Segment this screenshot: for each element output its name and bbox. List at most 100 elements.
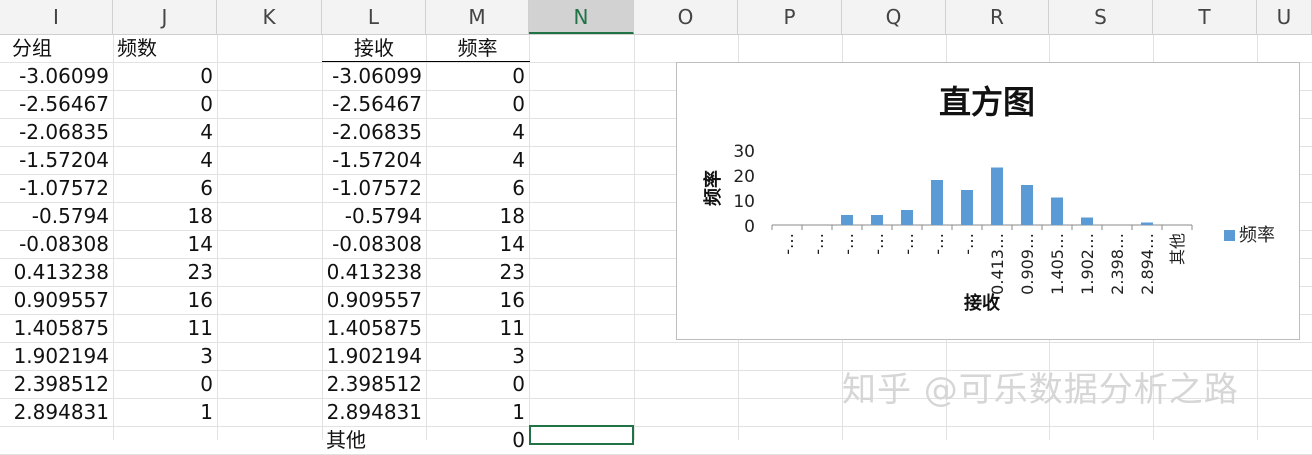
cell-group-value[interactable]: 2.894831 bbox=[0, 398, 113, 426]
cell-frequency[interactable]: 14 bbox=[426, 230, 529, 258]
histogram-bar bbox=[961, 190, 973, 225]
column-header-o[interactable]: O bbox=[634, 0, 738, 34]
cell-bin-value[interactable]: 1.902194 bbox=[322, 342, 426, 370]
column-header-j[interactable]: J bbox=[113, 0, 217, 34]
cell-frequency-count[interactable]: 4 bbox=[113, 118, 217, 146]
column-header-row: IJKLMNOPQRSTU bbox=[0, 0, 1312, 35]
cell-frequency[interactable]: 0 bbox=[426, 62, 529, 90]
cell-group-value[interactable]: 2.398512 bbox=[0, 370, 113, 398]
histogram-bar bbox=[871, 215, 883, 225]
cell-header-pinlv[interactable]: 频率 bbox=[426, 34, 529, 62]
x-category-label: 2.894… bbox=[1138, 233, 1157, 295]
cell-bin-value[interactable]: -2.06835 bbox=[322, 118, 426, 146]
cell-frequency-count[interactable]: 11 bbox=[113, 314, 217, 342]
cell-group-value[interactable]: 1.405875 bbox=[0, 314, 113, 342]
cell-bin-value[interactable]: 1.405875 bbox=[322, 314, 426, 342]
x-category-label: -… bbox=[928, 233, 947, 255]
histogram-bar bbox=[901, 210, 913, 225]
y-axis-label: 频率 bbox=[702, 170, 724, 206]
cell-frequency-count[interactable]: 6 bbox=[113, 174, 217, 202]
cell-frequency[interactable]: 4 bbox=[426, 146, 529, 174]
cell-frequency[interactable]: 3 bbox=[426, 342, 529, 370]
column-header-n[interactable]: N bbox=[529, 0, 634, 34]
cell-frequency[interactable]: 1 bbox=[426, 398, 529, 426]
cell-group-value[interactable]: -2.56467 bbox=[0, 90, 113, 118]
column-header-t[interactable]: T bbox=[1153, 0, 1257, 34]
cell-group-value[interactable]: -2.06835 bbox=[0, 118, 113, 146]
cell-group-value[interactable]: -0.08308 bbox=[0, 230, 113, 258]
cell-bin-value[interactable]: -0.5794 bbox=[322, 202, 426, 230]
header-underline bbox=[322, 61, 530, 62]
x-category-label: -… bbox=[808, 233, 827, 255]
cell-frequency[interactable]: 4 bbox=[426, 118, 529, 146]
column-header-k[interactable]: K bbox=[217, 0, 322, 34]
cell-bin-value[interactable]: -1.57204 bbox=[322, 146, 426, 174]
y-tick-label: 10 bbox=[733, 192, 755, 212]
cell-bin-value[interactable]: 其他 bbox=[322, 426, 426, 454]
x-category-label: -… bbox=[868, 233, 887, 255]
cell-bin-value[interactable]: 0.413238 bbox=[322, 258, 426, 286]
cell-group-value[interactable]: -1.07572 bbox=[0, 174, 113, 202]
cell-frequency[interactable]: 0 bbox=[426, 426, 529, 454]
cell-frequency[interactable]: 6 bbox=[426, 174, 529, 202]
column-header-r[interactable]: R bbox=[946, 0, 1049, 34]
cell-group-value[interactable]: 0.413238 bbox=[0, 258, 113, 286]
cell-group-value[interactable]: -3.06099 bbox=[0, 62, 113, 90]
cell-frequency[interactable]: 23 bbox=[426, 258, 529, 286]
histogram-bar bbox=[1021, 185, 1033, 225]
column-header-i[interactable]: I bbox=[0, 0, 113, 34]
legend-swatch bbox=[1224, 230, 1235, 241]
cell-bin-value[interactable]: 0.909557 bbox=[322, 286, 426, 314]
cell-bin-value[interactable]: 2.398512 bbox=[322, 370, 426, 398]
column-header-m[interactable]: M bbox=[426, 0, 529, 34]
x-category-label: -… bbox=[898, 233, 917, 255]
cell-frequency-count[interactable]: 23 bbox=[113, 258, 217, 286]
cell-group-value[interactable]: 0.909557 bbox=[0, 286, 113, 314]
x-category-label: 2.398… bbox=[1108, 233, 1127, 295]
gridline-vertical bbox=[217, 0, 218, 440]
cell-bin-value[interactable]: -3.06099 bbox=[322, 62, 426, 90]
histogram-chart[interactable]: 直方图 0 10 20 30 频率 -… -… -… -… -… -… -… 0.413… 0.909… 1.… bbox=[676, 62, 1300, 340]
cell-frequency-count[interactable]: 14 bbox=[113, 230, 217, 258]
cell-frequency[interactable]: 18 bbox=[426, 202, 529, 230]
cell-frequency-count[interactable]: 0 bbox=[113, 62, 217, 90]
cell-bin-value[interactable]: 2.894831 bbox=[322, 398, 426, 426]
cell-frequency-count[interactable]: 4 bbox=[113, 146, 217, 174]
cell-header-fenzu[interactable]: 分组 bbox=[8, 34, 113, 62]
cell-frequency-count[interactable]: 1 bbox=[113, 398, 217, 426]
column-header-q[interactable]: Q bbox=[842, 0, 946, 34]
chart-title: 直方图 bbox=[939, 83, 1035, 121]
chart-canvas: 直方图 0 10 20 30 频率 -… -… -… -… -… -… -… 0.413… 0.909… 1.… bbox=[702, 83, 1275, 314]
cell-frequency[interactable]: 0 bbox=[426, 370, 529, 398]
cell-bin-value[interactable]: -0.08308 bbox=[322, 230, 426, 258]
column-header-l[interactable]: L bbox=[322, 0, 426, 34]
cell-bin-value[interactable]: -1.07572 bbox=[322, 174, 426, 202]
cell-frequency-count[interactable]: 0 bbox=[113, 90, 217, 118]
cell-group-value[interactable]: 1.902194 bbox=[0, 342, 113, 370]
cell-group-value[interactable]: -0.5794 bbox=[0, 202, 113, 230]
x-category-label: -… bbox=[958, 233, 977, 255]
column-header-u[interactable]: U bbox=[1257, 0, 1312, 34]
legend-label: 频率 bbox=[1239, 225, 1275, 246]
y-tick-label: 20 bbox=[733, 167, 755, 187]
histogram-bar bbox=[991, 167, 1003, 225]
cell-frequency-count[interactable]: 0 bbox=[113, 370, 217, 398]
gridline-vertical bbox=[634, 0, 635, 440]
cell-frequency[interactable]: 11 bbox=[426, 314, 529, 342]
cell-frequency[interactable]: 16 bbox=[426, 286, 529, 314]
x-category-label: -… bbox=[778, 233, 797, 255]
x-category-label: 1.902… bbox=[1078, 233, 1097, 295]
cell-header-jieshou[interactable]: 接收 bbox=[322, 34, 426, 62]
column-header-s[interactable]: S bbox=[1049, 0, 1153, 34]
x-category-label: 0.909… bbox=[1018, 233, 1037, 295]
active-cell-selection[interactable] bbox=[529, 425, 634, 445]
cell-header-pinshu[interactable]: 频数 bbox=[113, 34, 217, 62]
cell-frequency[interactable]: 0 bbox=[426, 90, 529, 118]
column-header-p[interactable]: P bbox=[738, 0, 842, 34]
watermark: 知乎 @可乐数据分析之路 bbox=[842, 370, 1239, 410]
cell-bin-value[interactable]: -2.56467 bbox=[322, 90, 426, 118]
cell-frequency-count[interactable]: 3 bbox=[113, 342, 217, 370]
cell-frequency-count[interactable]: 18 bbox=[113, 202, 217, 230]
cell-group-value[interactable]: -1.57204 bbox=[0, 146, 113, 174]
cell-frequency-count[interactable]: 16 bbox=[113, 286, 217, 314]
